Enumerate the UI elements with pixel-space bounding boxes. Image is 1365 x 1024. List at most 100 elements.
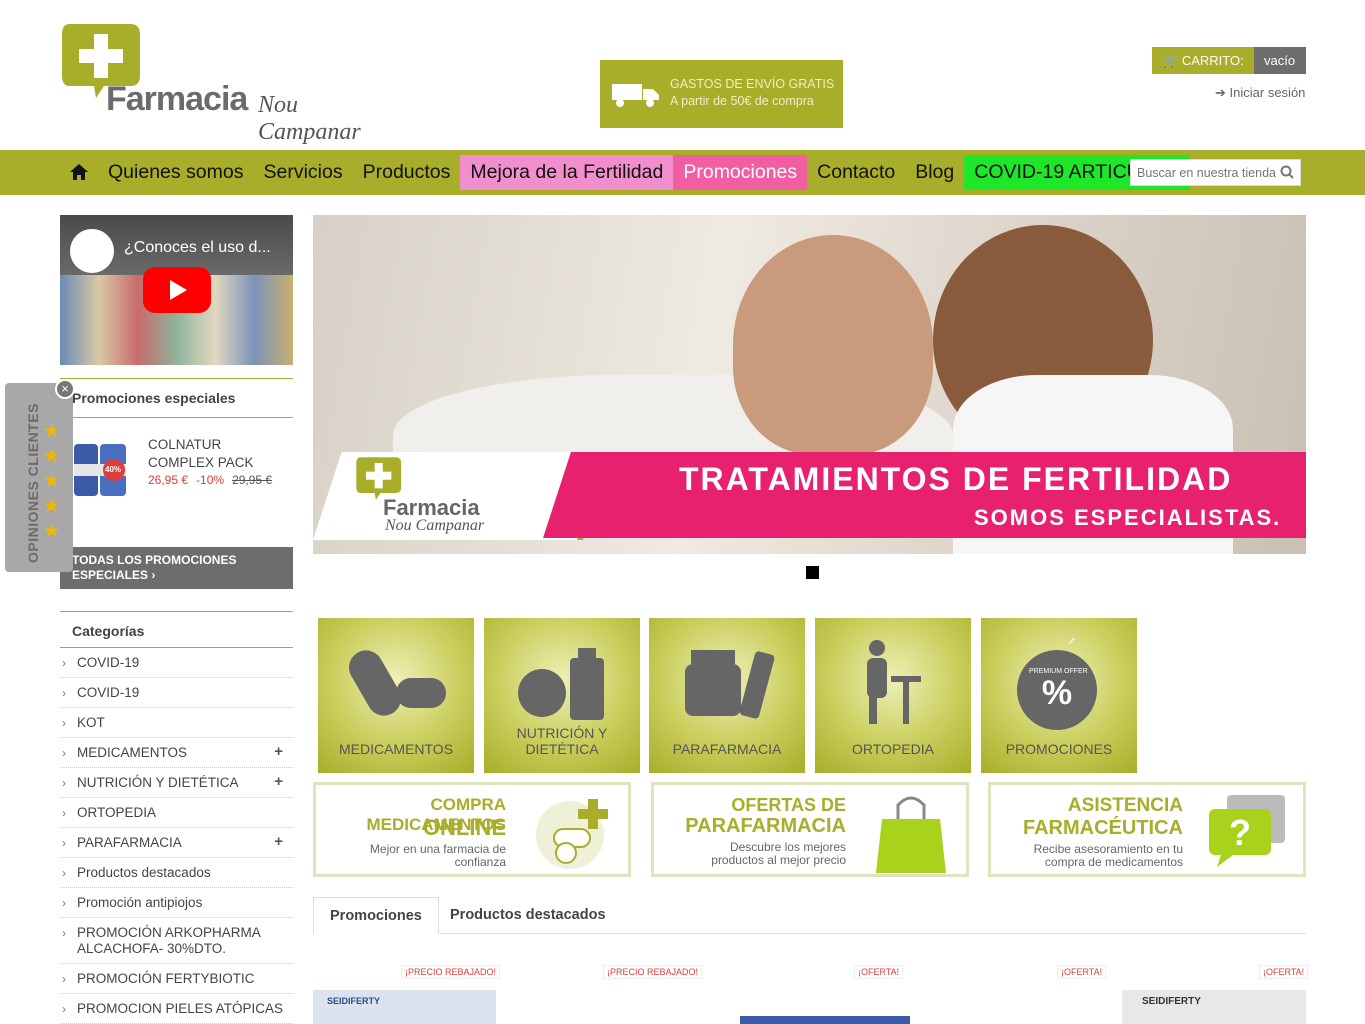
slider-dot[interactable] bbox=[806, 566, 819, 579]
category-label: COVID-19 bbox=[77, 685, 140, 700]
search-input[interactable] bbox=[1131, 160, 1281, 185]
category-label: Promoción antipiojos bbox=[77, 895, 203, 910]
chevron-right-icon: › bbox=[62, 926, 66, 940]
customer-opinions-widget[interactable]: OPINIONES CLIENTES ★ ★ ★ ★ ★ × bbox=[5, 379, 75, 572]
special-promos-title: Promociones especiales bbox=[60, 379, 293, 418]
tile-medicamentos[interactable]: MEDICAMENTOS bbox=[318, 618, 474, 773]
category-label: MEDICAMENTOS bbox=[77, 745, 188, 760]
category-item[interactable]: › COVID-19 bbox=[60, 648, 293, 678]
category-item[interactable]: › PARAFARMACIA + bbox=[60, 828, 293, 858]
category-item[interactable]: › ORTOPEDIA bbox=[60, 798, 293, 828]
slide-logo-script: Nou Campanar bbox=[385, 517, 485, 534]
cart-value: vacío bbox=[1254, 47, 1306, 74]
svg-text:?: ? bbox=[1229, 812, 1251, 853]
banner-subtitle: ONLINE bbox=[422, 815, 506, 840]
pill-cross-icon bbox=[536, 799, 608, 869]
category-label: Productos destacados bbox=[77, 865, 211, 880]
category-label: COVID-19 bbox=[77, 655, 140, 670]
tile-parafarmacia[interactable]: PARAFARMACIA bbox=[649, 618, 805, 773]
offer-badge: ¡OFERTA! bbox=[1057, 965, 1107, 979]
chevron-right-icon: › bbox=[62, 866, 66, 880]
banner-ofertas-parafarmacia[interactable]: OFERTAS DE PARAFARMACIA Descubre los mej… bbox=[651, 782, 969, 877]
promo-discount: -10% bbox=[196, 473, 225, 487]
slide-person-shape bbox=[733, 235, 933, 455]
cart-icon: 🛒 bbox=[1162, 53, 1179, 68]
logo-word: Farmacia bbox=[106, 80, 248, 118]
walker-icon bbox=[867, 640, 921, 724]
opinions-label: OPINIONES CLIENTES bbox=[25, 403, 41, 563]
chevron-right-icon: › bbox=[62, 836, 66, 850]
nav-productos[interactable]: Productos bbox=[353, 155, 461, 190]
category-item[interactable]: › PROMOCION PIELES ATÓPICAS bbox=[60, 994, 293, 1024]
login-label: Iniciar sesión bbox=[1229, 85, 1306, 100]
promo-old-price: 29,95 € bbox=[232, 473, 273, 487]
youtube-video[interactable]: ¿Conoces el uso d... bbox=[60, 215, 293, 365]
price-badge: ¡PRECIO REBAJADO! bbox=[401, 965, 501, 979]
promo-product-image[interactable]: 40% bbox=[72, 438, 128, 500]
tab-productos-destacados[interactable]: Productos destacados bbox=[434, 897, 622, 934]
tile-label: PROMOCIONES bbox=[1005, 741, 1113, 757]
cart-button[interactable]: 🛒 CARRITO: vacío bbox=[1152, 47, 1306, 74]
categories-list: › COVID-19 › COVID-19 › KOT › MEDICAMENTOS + › NUT… bbox=[60, 648, 293, 1024]
rating-stars: ★ ★ ★ ★ ★ bbox=[43, 419, 65, 544]
all-promos-button[interactable]: TODAS LOS PROMOCIONES ESPECIALES › bbox=[60, 547, 293, 589]
channel-avatar bbox=[70, 229, 114, 273]
nav-mejora-fertilidad[interactable]: Mejora de la Fertilidad bbox=[460, 155, 674, 190]
star-icon: ★ bbox=[43, 471, 61, 492]
expand-plus-icon[interactable]: + bbox=[274, 744, 283, 760]
chevron-right-icon: › bbox=[62, 972, 66, 986]
category-label: PROMOCION PIELES ATÓPICAS bbox=[77, 1001, 284, 1016]
product-image[interactable]: SEIDIFERTY bbox=[313, 990, 496, 1024]
jar-icon bbox=[685, 650, 775, 719]
nav-servicios[interactable]: Servicios bbox=[253, 155, 352, 190]
category-item[interactable]: › NUTRICIÓN Y DIETÉTICA + bbox=[60, 768, 293, 798]
banner-compra-online[interactable]: COMPRA MEDICAMENTOS ONLINE Mejor en una … bbox=[313, 782, 631, 877]
nav-home[interactable] bbox=[60, 155, 98, 190]
video-title: ¿Conoces el uso d... bbox=[124, 239, 271, 256]
star-icon: ★ bbox=[43, 521, 61, 542]
banner-subtitle: FARMACÉUTICA bbox=[1023, 817, 1183, 839]
banner-title: ASISTENCIA bbox=[1067, 795, 1183, 816]
nav-quienes-somos[interactable]: Quienes somos bbox=[98, 155, 253, 190]
search-box bbox=[1130, 159, 1301, 186]
site-logo[interactable]: Farmacia Nou Campanar bbox=[60, 20, 405, 145]
product-image[interactable]: SEIDIFERTY bbox=[1122, 990, 1306, 1024]
expand-plus-icon[interactable]: + bbox=[274, 774, 283, 790]
tile-label: NUTRICIÓN Y DIETÉTICA bbox=[516, 725, 608, 757]
slide-headline: TRATAMIENTOS DE FERTILIDAD bbox=[679, 461, 1233, 497]
tile-ortopedia[interactable]: ORTOPEDIA bbox=[815, 618, 971, 773]
category-item[interactable]: › COVID-19 bbox=[60, 678, 293, 708]
search-icon[interactable] bbox=[1280, 165, 1294, 179]
category-item[interactable]: › Promoción antipiojos bbox=[60, 888, 293, 918]
tab-promociones[interactable]: Promociones bbox=[313, 897, 439, 934]
chevron-right-icon: › bbox=[62, 716, 66, 730]
category-label: PROMOCIÓN FERTYBIOTIC bbox=[77, 971, 255, 986]
svg-text:%: % bbox=[1042, 674, 1072, 712]
chevron-right-icon: › bbox=[62, 806, 66, 820]
expand-plus-icon[interactable]: + bbox=[274, 834, 283, 850]
nav-promociones[interactable]: Promociones bbox=[673, 155, 808, 190]
tile-nutricion[interactable]: NUTRICIÓN Y DIETÉTICA bbox=[484, 618, 640, 773]
close-icon[interactable]: × bbox=[55, 379, 75, 399]
category-item[interactable]: › KOT bbox=[60, 708, 293, 738]
category-item[interactable]: › PROMOCIÓN FERTYBIOTIC bbox=[60, 964, 293, 994]
question-bubble-icon: ? bbox=[1209, 795, 1285, 867]
tile-promociones[interactable]: % PREMIUM OFFER PROMOCIONES bbox=[981, 618, 1137, 773]
chevron-right-icon: › bbox=[62, 686, 66, 700]
nav-blog[interactable]: Blog bbox=[905, 155, 964, 190]
category-item[interactable]: › PROMOCIÓN ARKOPHARMA ALCACHOFA- 30%DTO. bbox=[60, 918, 293, 964]
premium-offer-tag: PREMIUM OFFER bbox=[1029, 668, 1088, 675]
category-item[interactable]: › Productos destacados bbox=[60, 858, 293, 888]
category-label: KOT bbox=[77, 715, 105, 730]
login-link[interactable]: ➔ Iniciar sesión bbox=[1215, 85, 1305, 101]
category-label: NUTRICIÓN Y DIETÉTICA bbox=[77, 775, 239, 790]
chevron-right-icon: › bbox=[62, 1002, 66, 1016]
home-icon bbox=[70, 164, 88, 180]
banner-asistencia[interactable]: ASISTENCIA FARMACÉUTICA Recibe asesorami… bbox=[988, 782, 1306, 877]
play-button-icon[interactable] bbox=[143, 267, 211, 313]
product-image[interactable] bbox=[740, 1016, 910, 1024]
promo-product-name[interactable]: COLNATUR COMPLEX PACK bbox=[148, 436, 268, 472]
hero-slider[interactable]: Farmacia Nou Campanar TRATAMIENTOS DE FE… bbox=[313, 215, 1306, 554]
category-item[interactable]: › MEDICAMENTOS + bbox=[60, 738, 293, 768]
nav-contacto[interactable]: Contacto bbox=[807, 155, 905, 190]
